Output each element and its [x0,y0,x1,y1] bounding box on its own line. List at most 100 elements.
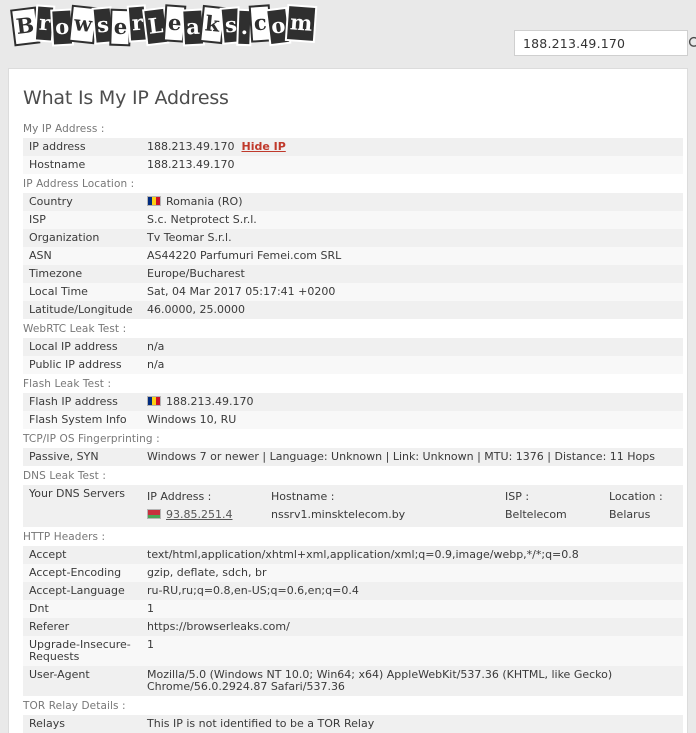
table-row: User-Agent Mozilla/5.0 (Windows NT 10.0; … [23,666,683,696]
logo-letter: r [35,6,54,41]
hide-ip-link[interactable]: Hide IP [241,140,285,153]
table-row: Public IP address n/a [23,356,683,374]
table-row: ASN AS44220 Parfumuri Femei.com SRL [23,247,683,265]
table-row: ISP S.c. Netprotect S.r.l. [23,211,683,229]
row-value: Sat, 04 Mar 2017 05:17:41 +0200 [141,283,683,301]
section-heading: IP Address Location : [23,178,135,190]
row-value: ru-RU,ru;q=0.8,en-US;q=0.6,en;q=0.4 [141,582,683,600]
search-box[interactable] [514,30,696,56]
table-row: Relays This IP is not identified to be a … [23,715,683,733]
row-value: Mozilla/5.0 (Windows NT 10.0; Win64; x64… [141,666,683,696]
row-value: 1 [141,636,683,666]
row-key: Upgrade-Insecure-Requests [23,636,141,666]
row-value: AS44220 Parfumuri Femei.com SRL [141,247,683,265]
row-value: 1 [141,600,683,618]
row-value: Romania (RO) [141,193,683,211]
dns-isp-cell: Beltelecom [505,508,567,521]
logo-letter: s [93,8,113,43]
table-row: Flash IP address 188.213.49.170 [23,393,683,411]
section-heading: HTTP Headers : [23,531,106,543]
logo-letter: k [201,7,224,42]
section-heading: Flash Leak Test : [23,378,112,390]
row-value: 188.213.49.170 [141,393,683,411]
row-value: Windows 10, RU [141,411,683,429]
row-value: Windows 7 or newer | Language: Unknown |… [141,448,683,466]
row-key: Organization [23,229,141,247]
dns-column-header: Location : [609,490,663,503]
row-key: IP address [23,138,141,156]
logo-letter: s [221,8,240,43]
row-key: User-Agent [23,666,141,696]
row-value: Europe/Bucharest [141,265,683,283]
row-value: 188.213.49.170 Hide IP [141,138,683,156]
row-value: gzip, deflate, sdch, br [141,564,683,582]
table-row: Your DNS Servers IP Address : Hostname : IS… [23,485,683,527]
logo-letter: L [144,8,168,45]
search-input[interactable] [515,32,683,54]
table-row: Timezone Europe/Bucharest [23,265,683,283]
logo-letter: m [287,6,316,41]
row-value: 188.213.49.170 [141,156,683,174]
dns-table: Your DNS Servers IP Address : Hostname : IS… [23,485,683,527]
table-row: Passive, SYN Windows 7 or newer | Languag… [23,448,683,466]
row-key: Country [23,193,141,211]
row-key: Timezone [23,265,141,283]
search-icon[interactable] [683,31,696,55]
dns-ip-link[interactable]: 93.85.251.4 [166,508,232,521]
row-key: Your DNS Servers [23,485,141,527]
logo-letter: w [70,6,96,43]
flag-icon-ro [147,196,161,206]
dns-column-header: ISP : [505,490,530,503]
row-value: text/html,application/xhtml+xml,applicat… [141,546,683,564]
row-key: Referer [23,618,141,636]
row-key: Public IP address [23,356,141,374]
logo-letter: e [164,6,185,41]
table-row: Accept-Encoding gzip, deflate, sdch, br [23,564,683,582]
logo-letter: a [183,10,203,45]
table-row: Dnt 1 [23,600,683,618]
flag-icon-by [147,509,161,519]
row-key: Flash System Info [23,411,141,429]
dns-header-row: IP Address : Hostname : ISP : Location : [147,488,679,506]
section-table: Local IP address n/a Public IP address n/a [23,338,683,374]
content-panel: What Is My IP Address My IP Address : IP … [8,68,688,733]
row-key: ASN [23,247,141,265]
row-key: Relays [23,715,141,733]
page-title: What Is My IP Address [23,87,229,109]
row-key: Accept-Language [23,582,141,600]
section-heading: TCP/IP OS Fingerprinting : [23,433,160,445]
table-row: Hostname 188.213.49.170 [23,156,683,174]
site-header: BrowserLeaks.com [0,0,696,68]
tor-relay-table: Relays This IP is not identified to be a … [23,715,683,733]
dns-column-header: IP Address : [147,490,212,503]
table-row: Accept-Language ru-RU,ru;q=0.8,en-US;q=0.… [23,582,683,600]
table-row: Upgrade-Insecure-Requests 1 [23,636,683,666]
table-row: IP address 188.213.49.170 Hide IP [23,138,683,156]
report-sections: My IP Address : IP address 188.213.49.170 … [9,119,687,733]
row-value: 46.0000, 25.0000 [141,301,683,319]
site-logo[interactable]: BrowserLeaks.com [12,6,316,54]
dns-ip-cell: 93.85.251.4 [147,506,271,524]
table-row: Referer https://browserleaks.com/ [23,618,683,636]
table-row: Local IP address n/a [23,338,683,356]
flag-icon-ro [147,396,161,406]
section-table: Country Romania (RO) ISP S.c. Netprotect S.… [23,193,683,319]
table-row: Country Romania (RO) [23,193,683,211]
row-key: Accept-Encoding [23,564,141,582]
dns-server-row: 93.85.251.4 nssrv1.minsktelecom.by Beltele… [147,506,679,524]
logo-letter: . [238,10,252,45]
logo-letter: o [52,10,72,45]
row-value: Tv Teomar S.r.l. [141,229,683,247]
logo-letter: B [12,8,38,45]
row-key: Local IP address [23,338,141,356]
section-heading: TOR Relay Details : [23,700,126,712]
row-key: Flash IP address [23,393,141,411]
logo-letter: e [111,10,130,45]
row-value: n/a [141,356,683,374]
dns-location-cell: Belarus [609,508,651,521]
table-row: Flash System Info Windows 10, RU [23,411,683,429]
http-headers-table: Accept text/html,application/xhtml+xml,ap… [23,546,683,696]
dns-column-header: Hostname : [271,490,335,503]
dns-hostname-cell: nssrv1.minsktelecom.by [271,508,406,521]
row-value: S.c. Netprotect S.r.l. [141,211,683,229]
